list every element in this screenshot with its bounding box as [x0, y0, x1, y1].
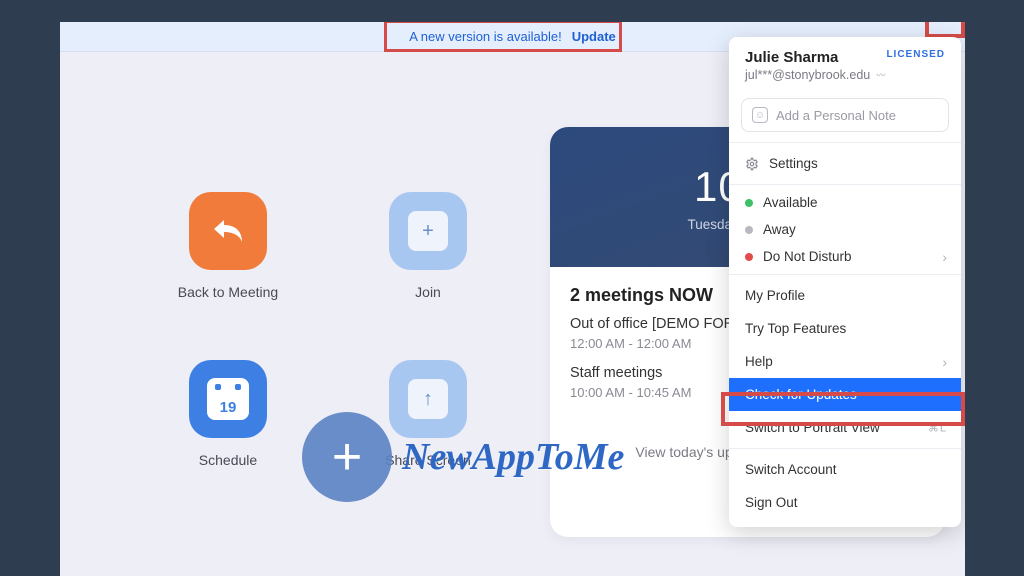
portrait-shortcut: ⌘L	[928, 421, 947, 434]
profile-name: Julie Sharma	[745, 49, 838, 66]
status-dot-grey	[745, 226, 753, 234]
status-dnd-label: Do Not Disturb	[763, 249, 852, 264]
arrow-up-icon: ↑	[408, 379, 448, 419]
portrait-view-label: Switch to Portrait View	[745, 420, 880, 435]
reply-arrow-icon	[210, 216, 246, 246]
schedule-label: Schedule	[199, 452, 257, 468]
status-away[interactable]: Away	[729, 216, 961, 243]
profile-menu: Julie Sharma LICENSED jul***@stonybrook.…	[729, 37, 961, 527]
status-away-label: Away	[763, 222, 796, 237]
portrait-view-menu-item[interactable]: Switch to Portrait View ⌘L	[729, 411, 961, 444]
update-banner-text: A new version is available!	[409, 29, 561, 44]
separator	[729, 448, 961, 449]
calendar-day: 19	[220, 399, 237, 416]
settings-menu-item[interactable]: Settings	[729, 147, 961, 180]
chevron-right-icon: ›	[942, 249, 947, 265]
status-available-label: Available	[763, 195, 818, 210]
help-label: Help	[745, 354, 773, 369]
check-updates-label: Check for Updates	[745, 387, 857, 402]
sign-out-menu-item[interactable]: Sign Out	[729, 486, 961, 519]
settings-label: Settings	[769, 156, 818, 171]
separator	[729, 184, 961, 185]
personal-note-input[interactable]: ☺ Add a Personal Note	[741, 98, 949, 132]
sign-out-label: Sign Out	[745, 495, 798, 510]
top-features-menu-item[interactable]: Try Top Features	[729, 312, 961, 345]
home-action-grid: Back to Meeting + Join 19 Schedule ↑ Sha…	[158, 192, 498, 468]
my-profile-menu-item[interactable]: My Profile	[729, 279, 961, 312]
calendar-icon: 19	[207, 378, 249, 420]
gear-icon	[745, 157, 759, 171]
check-updates-menu-item[interactable]: Check for Updates	[729, 378, 961, 411]
switch-account-menu-item[interactable]: Switch Account	[729, 453, 961, 486]
share-screen-label: Share Screen	[385, 452, 471, 468]
profile-email: jul***@stonybrook.edu	[745, 68, 870, 82]
emoji-icon: ☺	[752, 107, 768, 123]
back-to-meeting-button[interactable]	[189, 192, 267, 270]
separator	[729, 274, 961, 275]
schedule-button[interactable]: 19	[189, 360, 267, 438]
hide-email-icon[interactable]: ᵕᵕ	[876, 68, 885, 82]
status-dnd[interactable]: Do Not Disturb ›	[729, 243, 961, 270]
back-to-meeting-label: Back to Meeting	[178, 284, 278, 300]
status-available[interactable]: Available	[729, 189, 961, 216]
join-button[interactable]: +	[389, 192, 467, 270]
license-badge: LICENSED	[886, 49, 945, 60]
status-dot-green	[745, 199, 753, 207]
my-profile-label: My Profile	[745, 288, 805, 303]
help-menu-item[interactable]: Help ›	[729, 345, 961, 378]
share-screen-button[interactable]: ↑	[389, 360, 467, 438]
separator	[729, 142, 961, 143]
switch-account-label: Switch Account	[745, 462, 837, 477]
app-window: A new version is available! Update Back …	[60, 22, 965, 576]
update-link[interactable]: Update	[572, 29, 616, 44]
chevron-right-icon: ›	[942, 354, 947, 370]
status-dot-red	[745, 253, 753, 261]
join-label: Join	[415, 284, 441, 300]
top-features-label: Try Top Features	[745, 321, 846, 336]
personal-note-placeholder: Add a Personal Note	[776, 108, 896, 123]
plus-icon: +	[408, 211, 448, 251]
